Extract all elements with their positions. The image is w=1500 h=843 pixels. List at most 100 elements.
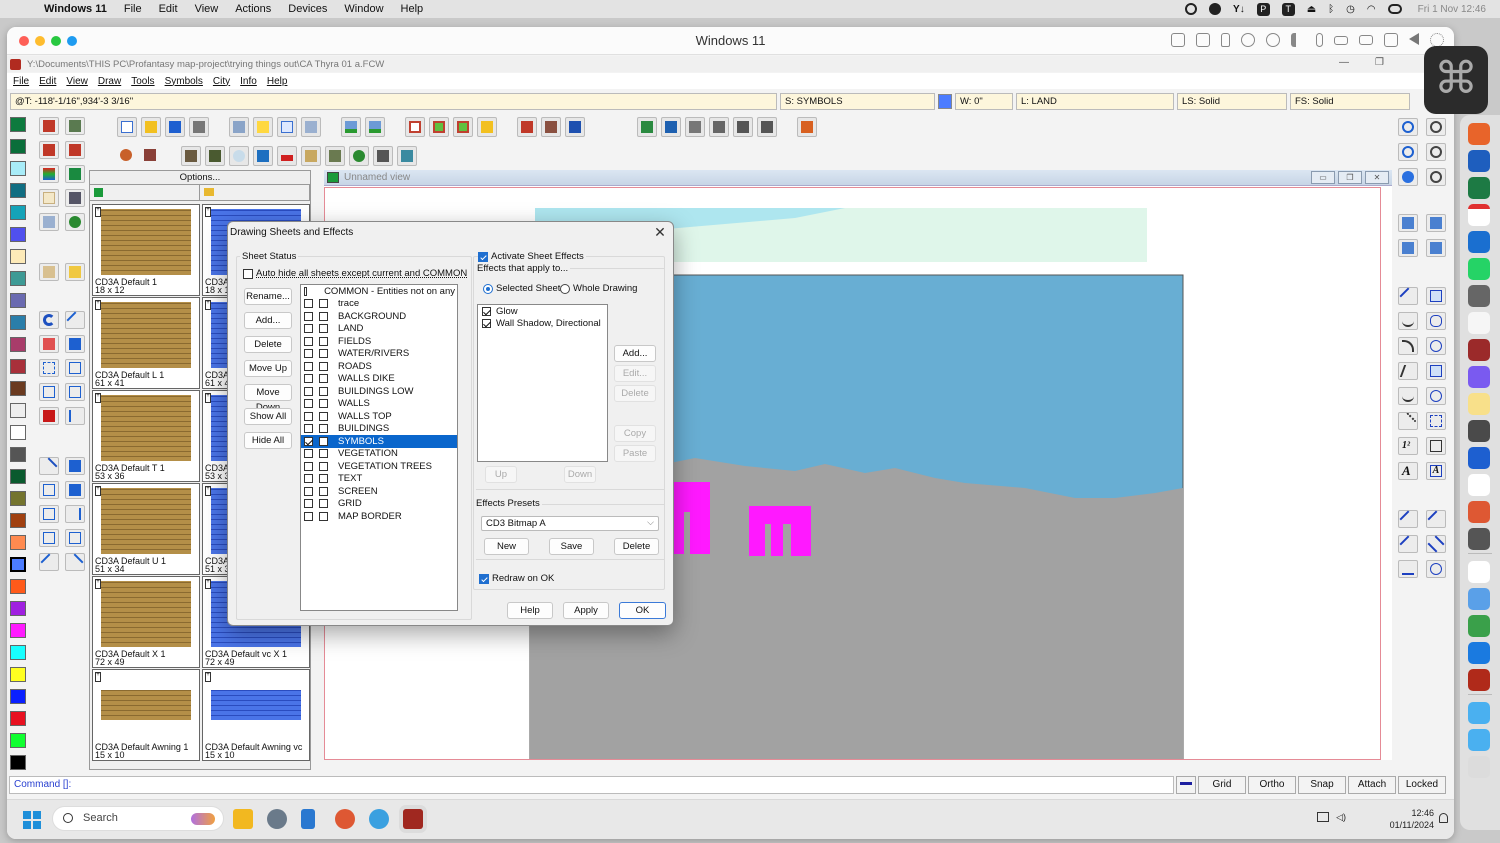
mac-menu-edit[interactable]: Edit bbox=[159, 3, 178, 15]
sheet-frozen-checkbox[interactable] bbox=[319, 474, 328, 484]
hide-all-button[interactable]: Hide All bbox=[244, 432, 292, 449]
symbol-item[interactable]: + CD3A Default T 1 53 x 36 bbox=[92, 390, 200, 482]
sheet-frozen-checkbox[interactable] bbox=[319, 399, 328, 409]
sheet-visible-checkbox[interactable] bbox=[304, 511, 313, 521]
bring-to-front-icon[interactable] bbox=[1426, 239, 1446, 257]
word-icon[interactable] bbox=[1468, 150, 1490, 172]
tree-tool-button[interactable] bbox=[349, 146, 369, 166]
copy-button[interactable] bbox=[65, 359, 85, 377]
duckduckgo-icon[interactable] bbox=[335, 809, 355, 829]
roof-tool-button[interactable] bbox=[181, 146, 201, 166]
effect-down-button[interactable]: Down bbox=[564, 466, 596, 483]
color-swatch[interactable] bbox=[10, 249, 26, 264]
find-folder-button[interactable] bbox=[477, 117, 497, 137]
replace-symbol-button[interactable] bbox=[65, 213, 85, 231]
trim-button[interactable] bbox=[39, 457, 59, 475]
freehand-tool-icon[interactable] bbox=[1398, 312, 1418, 330]
expand-icon[interactable]: + bbox=[95, 672, 101, 682]
auto-hide-checkbox[interactable] bbox=[243, 268, 253, 279]
erase-button[interactable] bbox=[39, 335, 59, 353]
circle-tool-icon[interactable] bbox=[1426, 337, 1446, 355]
color-swatch[interactable] bbox=[10, 513, 26, 528]
command-input[interactable]: Command []: bbox=[9, 775, 1174, 794]
shared-folder-icon[interactable] bbox=[1384, 33, 1398, 47]
sheet-visible-checkbox[interactable] bbox=[304, 324, 313, 334]
calendar-icon[interactable] bbox=[1468, 204, 1490, 226]
move-down-button[interactable]: Move Down bbox=[244, 384, 292, 413]
tray-date[interactable]: 01/11/2024 bbox=[1390, 819, 1434, 831]
fractal-path-icon[interactable] bbox=[1398, 412, 1418, 430]
current-layer-field[interactable]: L: LAND bbox=[1016, 92, 1174, 110]
fractalize-button[interactable] bbox=[65, 407, 85, 425]
radio-whole-drawing[interactable]: Whole Drawing bbox=[560, 283, 637, 294]
color-swatch[interactable] bbox=[10, 535, 26, 550]
sheet-row[interactable]: WATER/RIVERS bbox=[301, 348, 457, 361]
time-machine-icon[interactable]: ◷ bbox=[1346, 4, 1355, 15]
cc3-button[interactable] bbox=[517, 117, 537, 137]
snap-perpendicular-icon[interactable] bbox=[1398, 535, 1418, 553]
network-off-icon[interactable] bbox=[1241, 33, 1255, 47]
color-swatch[interactable] bbox=[10, 491, 26, 506]
file-explorer-icon[interactable] bbox=[233, 809, 253, 829]
ss2-button[interactable] bbox=[685, 117, 705, 137]
snap-toggle[interactable]: Snap bbox=[1298, 775, 1346, 794]
ss6-button[interactable] bbox=[757, 117, 777, 137]
import-button[interactable] bbox=[341, 117, 361, 137]
sheet-row[interactable]: VEGETATION TREES bbox=[301, 460, 457, 473]
snap-endpoint-icon[interactable] bbox=[1398, 510, 1418, 528]
sheet-row[interactable]: trace bbox=[301, 298, 457, 311]
cc3-icon[interactable] bbox=[1468, 669, 1490, 691]
notes-button[interactable] bbox=[253, 117, 273, 137]
apply-button[interactable]: Apply bbox=[563, 602, 609, 619]
sheet-visible-checkbox[interactable] bbox=[304, 486, 313, 496]
color-swatch[interactable] bbox=[10, 359, 26, 374]
sheet-frozen-checkbox[interactable] bbox=[319, 511, 328, 521]
clock-icon[interactable] bbox=[1209, 3, 1222, 15]
sheet-row[interactable]: BUILDINGS bbox=[301, 423, 457, 436]
taskbar-search[interactable]: Search bbox=[52, 806, 224, 831]
color-swatch[interactable] bbox=[10, 183, 26, 198]
symbol-insert-icon[interactable] bbox=[1426, 437, 1446, 455]
preset-select[interactable]: CD3 Bitmap A ⌵ bbox=[481, 516, 659, 531]
layers-button[interactable] bbox=[39, 165, 59, 183]
mac-menu-window[interactable]: Window bbox=[344, 3, 383, 15]
duckduckgo-icon[interactable] bbox=[1468, 501, 1490, 523]
calculator-icon[interactable] bbox=[1468, 420, 1490, 442]
snap-intersection-icon[interactable] bbox=[1426, 535, 1446, 553]
effects-list[interactable]: Glow Wall Shadow, Directional bbox=[477, 304, 608, 462]
sheet-row[interactable]: MAP BORDER bbox=[301, 510, 457, 523]
open-button[interactable] bbox=[141, 117, 161, 137]
dialog-close-button[interactable]: ✕ bbox=[653, 224, 667, 241]
sheet-row[interactable]: LAND bbox=[301, 323, 457, 336]
dictionary-icon[interactable] bbox=[1468, 339, 1490, 361]
paint-icon[interactable] bbox=[369, 809, 389, 829]
well-tool-button[interactable] bbox=[325, 146, 345, 166]
smooth-polygon-icon[interactable] bbox=[1426, 387, 1446, 405]
draw-mode-button[interactable] bbox=[39, 117, 59, 135]
sheet-row[interactable]: SYMBOLS bbox=[301, 435, 457, 448]
sheet-frozen-checkbox[interactable] bbox=[319, 424, 328, 434]
snap-midpoint-icon[interactable] bbox=[1426, 510, 1446, 528]
numbering-icon[interactable]: 1² bbox=[1398, 437, 1418, 455]
color-swatch[interactable] bbox=[10, 469, 26, 484]
sheet-frozen-checkbox[interactable] bbox=[319, 499, 328, 509]
sheet-frozen-checkbox[interactable] bbox=[319, 486, 328, 496]
volume-icon[interactable]: ◁) bbox=[1336, 811, 1346, 823]
drawing-settings-button[interactable] bbox=[229, 117, 249, 137]
sheet-row[interactable]: ROADS bbox=[301, 360, 457, 373]
keyboard-icon[interactable] bbox=[1171, 33, 1185, 47]
redraw-checkbox[interactable] bbox=[479, 573, 489, 584]
zoom-extents-icon[interactable] bbox=[1398, 143, 1418, 161]
sheet-row[interactable]: WALLS TOP bbox=[301, 410, 457, 423]
view-minimize-button[interactable]: ▭ bbox=[1311, 171, 1335, 184]
bluetooth-icon[interactable]: ᛒ bbox=[1328, 4, 1334, 15]
sheet-frozen-checkbox[interactable] bbox=[319, 324, 328, 334]
windows-icon[interactable] bbox=[1468, 642, 1490, 664]
explode-button[interactable] bbox=[39, 407, 59, 425]
sheet-row[interactable]: BUILDINGS LOW bbox=[301, 385, 457, 398]
effect-up-button[interactable]: Up bbox=[485, 466, 517, 483]
sheet-visible-checkbox[interactable] bbox=[304, 349, 313, 359]
effect-row[interactable]: Wall Shadow, Directional bbox=[478, 317, 607, 329]
book-button[interactable] bbox=[405, 117, 425, 137]
speaker-icon[interactable] bbox=[1291, 33, 1305, 47]
